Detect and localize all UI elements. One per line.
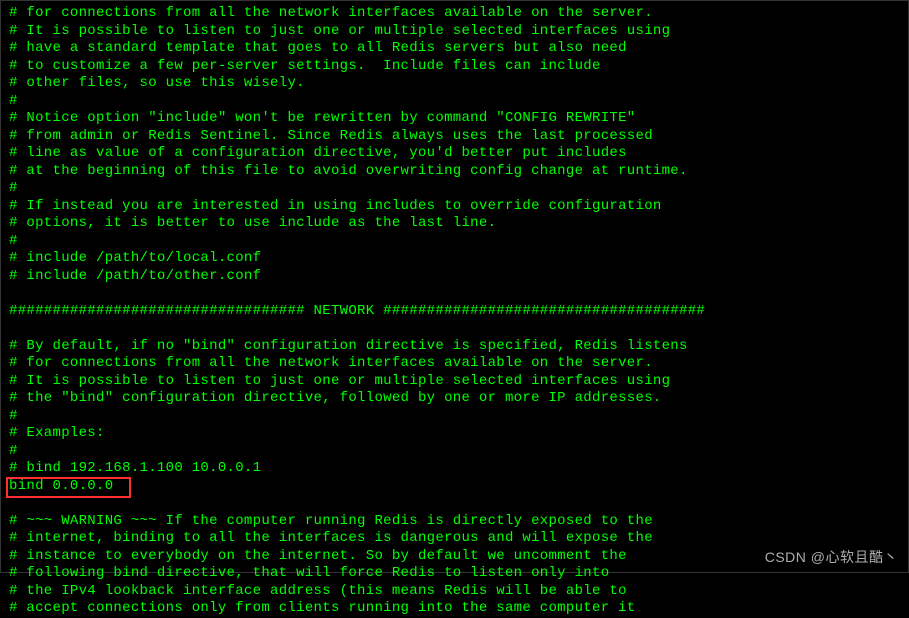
config-line: # include /path/to/other.conf: [9, 268, 900, 286]
config-line: # include /path/to/local.conf: [9, 250, 900, 268]
config-line: # bind 192.168.1.100 10.0.0.1: [9, 460, 900, 478]
config-line: # It is possible to listen to just one o…: [9, 23, 900, 41]
config-line: # Examples:: [9, 425, 900, 443]
config-line: #: [9, 93, 900, 111]
config-line: # for connections from all the network i…: [9, 5, 900, 23]
config-line: # at the beginning of this file to avoid…: [9, 163, 900, 181]
config-line: # By default, if no "bind" configuration…: [9, 338, 900, 356]
config-line: #: [9, 443, 900, 461]
config-line: # If instead you are interested in using…: [9, 198, 900, 216]
config-line: # It is possible to listen to just one o…: [9, 373, 900, 391]
config-line: # accept connections only from clients r…: [9, 600, 900, 618]
config-line: [9, 285, 900, 303]
config-line: # ~~~ WARNING ~~~ If the computer runnin…: [9, 513, 900, 531]
config-line: ################################## NETWO…: [9, 303, 900, 321]
config-line: bind 0.0.0.0: [9, 478, 900, 496]
config-line: # have a standard template that goes to …: [9, 40, 900, 58]
config-line: # the "bind" configuration directive, fo…: [9, 390, 900, 408]
config-line: # for connections from all the network i…: [9, 355, 900, 373]
config-line: # options, it is better to use include a…: [9, 215, 900, 233]
config-line: # from admin or Redis Sentinel. Since Re…: [9, 128, 900, 146]
config-line: # line as value of a configuration direc…: [9, 145, 900, 163]
config-line: # internet, binding to all the interface…: [9, 530, 900, 548]
config-line: [9, 320, 900, 338]
config-line: #: [9, 233, 900, 251]
config-line: [9, 495, 900, 513]
config-line: #: [9, 408, 900, 426]
config-line: # following bind directive, that will fo…: [9, 565, 900, 583]
config-line: # the IPv4 lookback interface address (t…: [9, 583, 900, 601]
terminal-output: # for connections from all the network i…: [9, 5, 900, 618]
config-line: # other files, so use this wisely.: [9, 75, 900, 93]
config-line: # Notice option "include" won't be rewri…: [9, 110, 900, 128]
watermark-text: CSDN @心软且酷丶: [765, 549, 898, 567]
config-line: # to customize a few per-server settings…: [9, 58, 900, 76]
config-line: #: [9, 180, 900, 198]
